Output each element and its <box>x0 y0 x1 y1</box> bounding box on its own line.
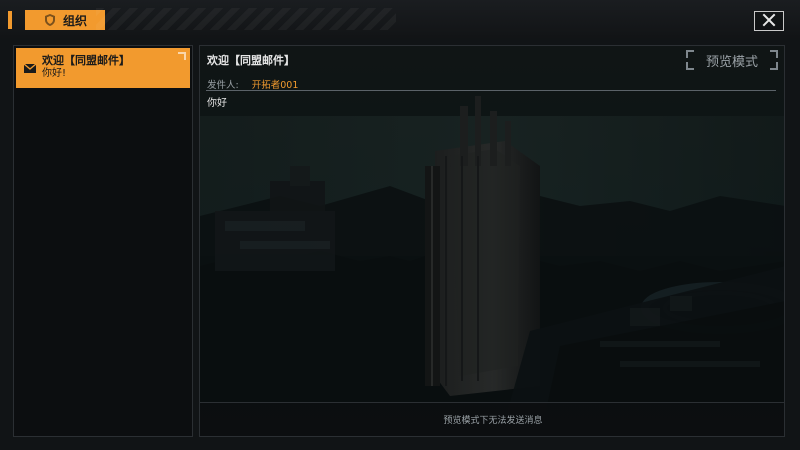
footer-notice: 预览模式下无法发送消息 <box>443 416 543 426</box>
window-title: 组织 <box>62 13 87 28</box>
header-divider <box>206 90 776 91</box>
mail-list-item[interactable]: 欢迎【同盟邮件】 你好! <box>16 48 190 88</box>
background-artwork <box>200 46 784 436</box>
guild-shield-icon <box>43 13 57 27</box>
sender-row: 发件人: 开拓者001 <box>207 77 298 91</box>
badge-corner <box>686 50 694 58</box>
mail-list-panel: 欢迎【同盟邮件】 你好! <box>13 45 193 437</box>
mail-icon <box>23 60 37 74</box>
selected-corner-mark <box>178 52 186 60</box>
badge-corner <box>770 50 778 58</box>
mail-item-title: 欢迎【同盟邮件】 <box>42 54 130 67</box>
mail-item-snippet: 你好! <box>42 68 67 79</box>
window-title-tab: 组织 <box>25 10 105 30</box>
window-topbar: 组织 <box>0 0 800 38</box>
message-panel: 欢迎【同盟邮件】 预览模式 发件人: 开拓者001 你好 预览模式下无法发送消息 <box>199 45 785 437</box>
preview-mode-badge: 预览模式 <box>686 50 778 70</box>
message-footer: 预览模式下无法发送消息 <box>200 402 784 436</box>
preview-mode-label: 预览模式 <box>705 54 758 70</box>
close-button[interactable] <box>754 11 784 31</box>
close-icon <box>762 12 776 31</box>
message-subject: 欢迎【同盟邮件】 <box>207 54 295 67</box>
badge-corner <box>686 62 694 70</box>
topbar-decoration <box>96 8 396 30</box>
badge-corner <box>770 62 778 70</box>
topbar-accent-mark <box>8 11 12 29</box>
message-body: 你好 <box>207 98 227 109</box>
organization-window: 组织 欢迎【同盟邮件】 你好! 欢迎【同盟邮件】 预览模式 发件人: 开拓者00… <box>0 0 800 450</box>
